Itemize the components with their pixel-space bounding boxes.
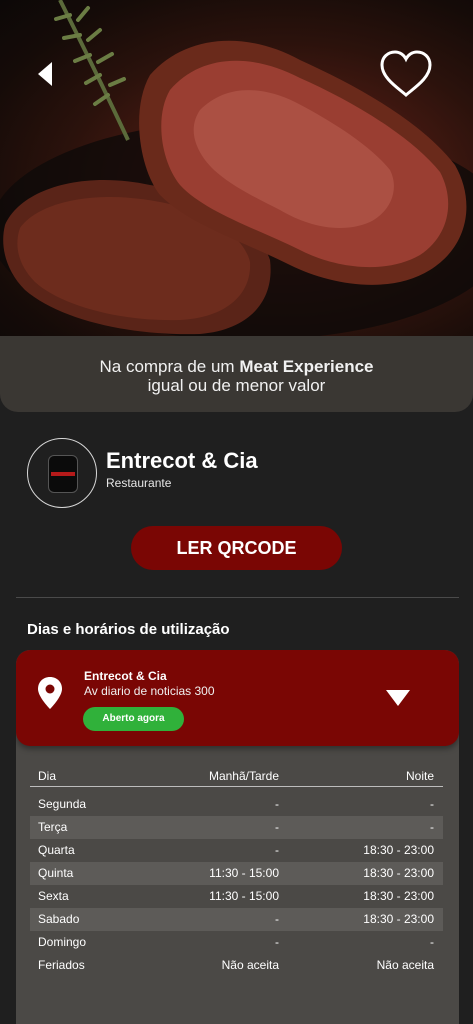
table-row: Quinta 11:30 - 15:00 18:30 - 23:00: [30, 862, 443, 885]
row-day: Quarta: [38, 843, 75, 857]
table-row: Domingo - -: [30, 931, 443, 954]
promo-product: Meat Experience: [239, 357, 374, 376]
row-morning: 11:30 - 15:00: [209, 889, 279, 903]
row-morning: 11:30 - 15:00: [209, 866, 279, 880]
status-badge: Aberto agora: [83, 707, 184, 731]
row-night: 18:30 - 23:00: [363, 843, 434, 857]
table-row: Quarta - 18:30 - 23:00: [30, 839, 443, 862]
restaurant-type: Restaurante: [106, 476, 172, 490]
location-name: Entrecot & Cia: [84, 669, 167, 683]
row-night: 18:30 - 23:00: [363, 889, 434, 903]
location-address: Av diario de noticias 300: [84, 684, 215, 698]
promo-text: Na compra de um: [99, 357, 240, 376]
table-row: Feriados Não aceita Não aceita: [30, 954, 443, 977]
header-night: Noite: [405, 769, 434, 783]
row-day: Terça: [38, 820, 68, 834]
row-morning: -: [275, 912, 279, 926]
favorite-button[interactable]: [378, 48, 434, 100]
back-button[interactable]: [34, 60, 56, 88]
row-night: Não aceita: [376, 958, 434, 972]
promo-line-2: igual ou de menor valor: [147, 376, 326, 395]
logo-icon: [48, 455, 78, 493]
table-row: Sexta 11:30 - 15:00 18:30 - 23:00: [30, 885, 443, 908]
read-qrcode-button[interactable]: LER QRCODE: [131, 526, 342, 570]
schedule-table: Dia Manhã/Tarde Noite Segunda - - Terça …: [30, 764, 443, 977]
table-header: Dia Manhã/Tarde Noite: [30, 764, 443, 787]
location-pin-icon: [38, 677, 62, 709]
row-morning: -: [275, 935, 279, 949]
row-night: -: [430, 935, 434, 949]
restaurant-logo: [27, 438, 97, 508]
hero-image: [0, 0, 473, 336]
header-day: Dia: [38, 769, 57, 783]
promo-banner: Na compra de um Meat Experience igual ou…: [0, 336, 473, 412]
row-morning: -: [275, 820, 279, 834]
divider: [16, 597, 459, 598]
expand-chevron-down-icon[interactable]: [385, 689, 411, 707]
table-row: Sabado - 18:30 - 23:00: [30, 908, 443, 931]
row-day: Quinta: [38, 866, 74, 880]
location-header[interactable]: Entrecot & Cia Av diario de noticias 300…: [16, 650, 459, 746]
row-day: Domingo: [38, 935, 87, 949]
row-night: 18:30 - 23:00: [363, 912, 434, 926]
restaurant-name: Entrecot & Cia: [106, 448, 258, 473]
schedule-title: Dias e horários de utilização: [27, 621, 230, 638]
row-morning: Não aceita: [221, 958, 279, 972]
table-row: Terça - -: [30, 816, 443, 839]
promo-line-1: Na compra de um Meat Experience: [0, 357, 473, 376]
row-night: -: [430, 797, 434, 811]
row-night: 18:30 - 23:00: [363, 866, 434, 880]
row-night: -: [430, 820, 434, 834]
row-day: Feriados: [38, 958, 85, 972]
row-morning: -: [275, 843, 279, 857]
row-day: Sabado: [38, 912, 80, 926]
row-morning: -: [275, 797, 279, 811]
row-day: Sexta: [38, 889, 69, 903]
table-row: Segunda - -: [30, 793, 443, 816]
row-day: Segunda: [38, 797, 87, 811]
schedule-card: Entrecot & Cia Av diario de noticias 300…: [16, 650, 459, 1024]
header-morning: Manhã/Tarde: [208, 769, 279, 783]
